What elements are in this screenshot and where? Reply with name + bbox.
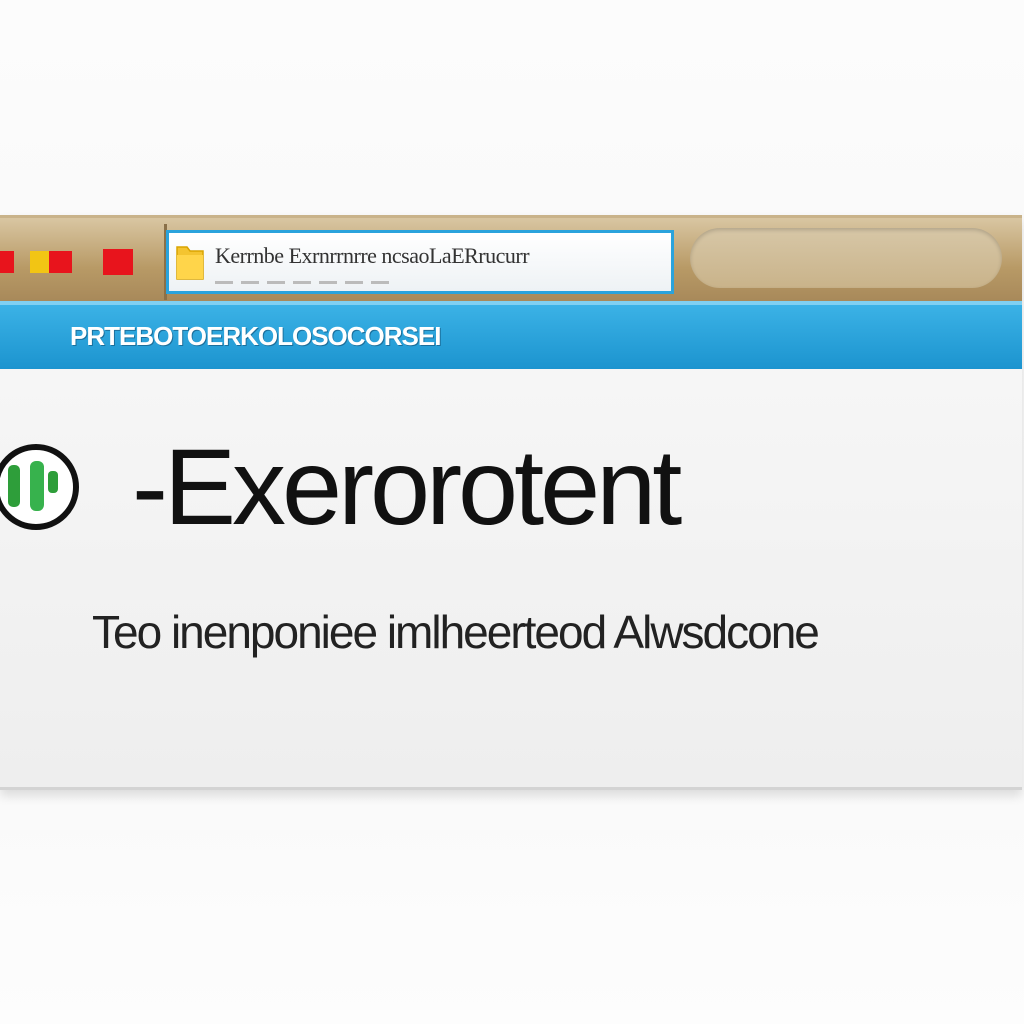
app-window: Kerrnbe Exrnrrnrre ncsaoLaERrucurr PRTEB… xyxy=(0,215,1022,790)
title-bar: Kerrnbe Exrnrrnrre ncsaoLaERrucurr xyxy=(0,215,1022,301)
menu-bar: PRTEBOTOERKOLOSOCORSEI xyxy=(0,301,1022,369)
close-button[interactable] xyxy=(0,251,14,273)
status-check-icon xyxy=(0,437,82,537)
maximize-button[interactable] xyxy=(103,249,133,275)
menu-bar-label[interactable]: PRTEBOTOERKOLOSOCORSEI xyxy=(70,321,441,352)
search-field[interactable] xyxy=(690,228,1002,288)
content-panel: -Exerorotent Teo inenponiee imlheerteod … xyxy=(0,369,1022,790)
screen: Kerrnbe Exrnrrnrre ncsaoLaERrucurr PRTEB… xyxy=(0,0,1024,1024)
address-text: Kerrnbe Exrnrrnrre ncsaoLaERrucurr xyxy=(215,243,530,268)
address-bar[interactable]: Kerrnbe Exrnrrnrre ncsaoLaERrucurr xyxy=(166,230,674,294)
page-heading: -Exerorotent xyxy=(132,426,682,547)
folder-icon xyxy=(175,239,205,285)
minimize-button[interactable] xyxy=(30,251,72,273)
address-hint-line xyxy=(215,281,395,284)
page-subtext: Teo inenponiee imlheerteod Alwsdcone xyxy=(92,606,820,658)
